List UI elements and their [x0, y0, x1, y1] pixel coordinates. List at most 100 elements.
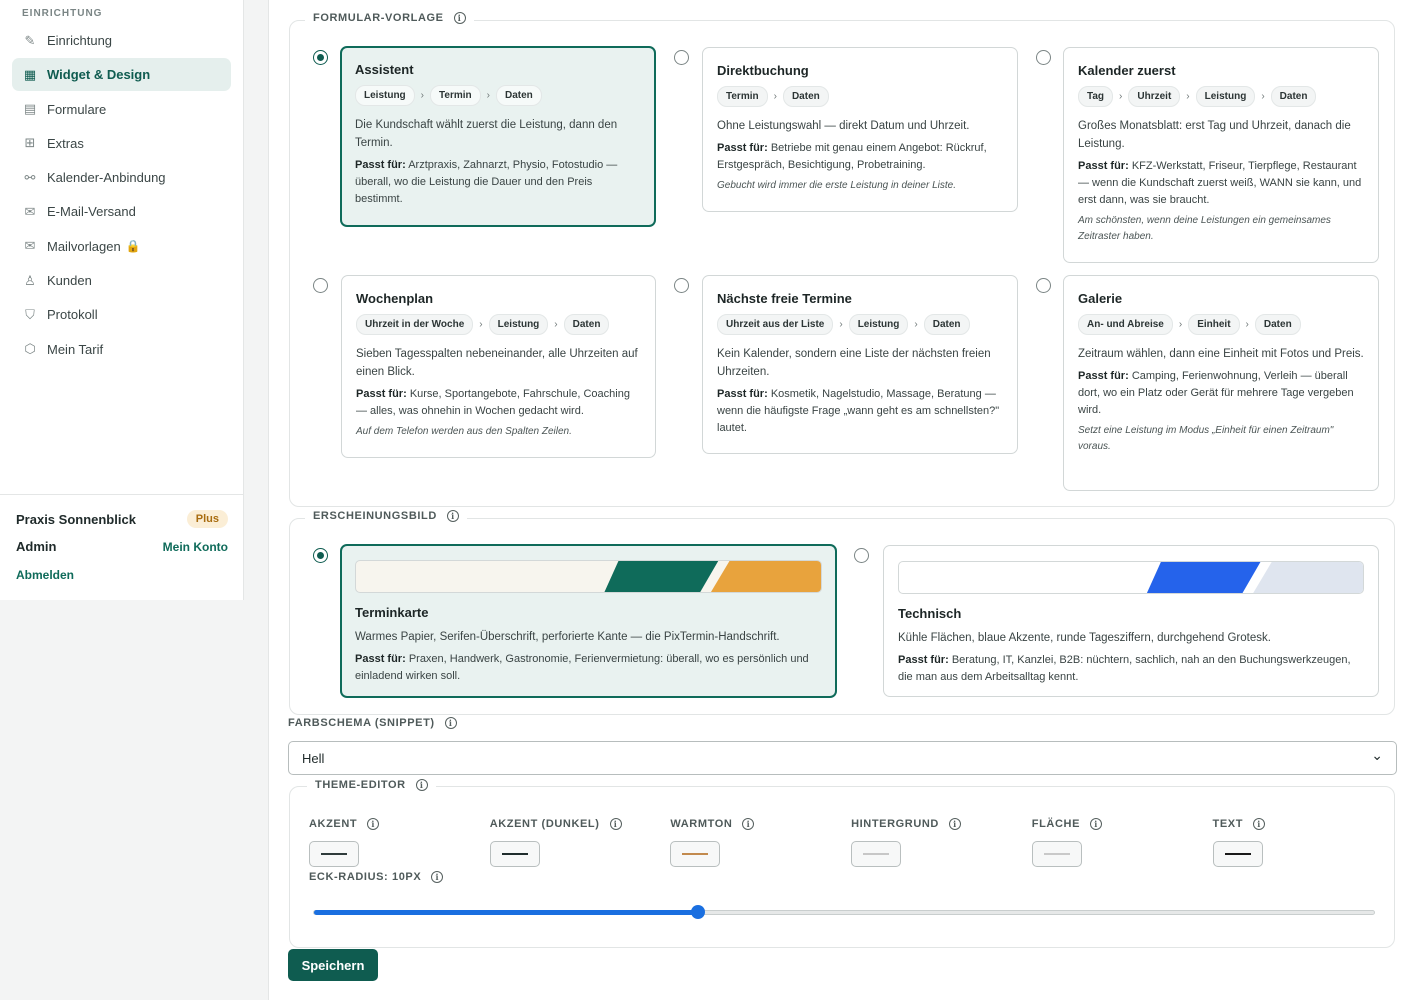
user-icon: ♙	[24, 272, 36, 288]
plan-badge: Plus	[186, 510, 228, 528]
card-fit-label: Passt für:	[355, 653, 406, 665]
info-icon[interactable]: i	[1090, 818, 1103, 830]
color-scheme-label: FARBSCHEMA (SNIPPET) i	[288, 717, 457, 729]
step-pill: Leistung	[848, 314, 909, 335]
step-pill: Leistung	[1195, 86, 1256, 107]
corner-radius-slider[interactable]	[313, 905, 1375, 919]
card-title: Nächste freie Termine	[717, 291, 852, 306]
box-icon: ⬡	[24, 341, 36, 357]
color-swatch[interactable]	[309, 841, 359, 867]
swatch-color	[682, 853, 709, 855]
theme-editor-fieldset	[289, 786, 1395, 948]
card-title: Wochenplan	[356, 291, 434, 306]
info-icon[interactable]: i	[1253, 818, 1266, 830]
color-swatch[interactable]	[1031, 841, 1082, 867]
color-swatch[interactable]	[851, 841, 902, 867]
template-radio[interactable]	[313, 278, 328, 293]
sidebar-item-kalender-anbindung[interactable]: ⚯ Kalender-Anbindung	[12, 161, 231, 194]
card-fit-label: Passt für:	[1078, 370, 1129, 382]
shield-icon: ⛉	[25, 306, 35, 322]
template-card[interactable]: Assistent Leistung › Termin › Daten Die Kundsc…	[340, 46, 656, 227]
color-swatch[interactable]	[670, 841, 721, 867]
card-fit-text: Praxen, Handwerk, Gastronomie, Ferienver…	[355, 653, 809, 682]
step-pill: Daten	[782, 86, 829, 107]
sidebar-item-e-mail-versand[interactable]: ✉ E-Mail-Versand	[12, 195, 231, 228]
sidebar: EINRICHTUNG ✎ Einrichtung ▦ Widget & Design…	[0, 0, 244, 600]
step-pill: Daten	[1270, 86, 1317, 107]
card-fit-label: Passt für:	[898, 654, 949, 666]
sidebar-item-extras[interactable]: ⊞ Extras	[12, 127, 231, 160]
chevron-right-icon: ›	[914, 319, 918, 330]
card-title: Technisch	[898, 606, 962, 621]
sidebar-item-mailvorlagen[interactable]: ✉ Mailvorlagen 🔒	[12, 230, 231, 263]
chevron-right-icon: ›	[420, 90, 425, 101]
template-radio[interactable]	[1036, 50, 1051, 65]
template-radio[interactable]	[313, 50, 328, 65]
my-account-link[interactable]: Mein Konto	[163, 540, 228, 554]
appearance-radio[interactable]	[854, 548, 869, 563]
chevron-right-icon: ›	[486, 90, 490, 101]
color-scheme-label-text: FARBSCHEMA (SNIPPET)	[288, 717, 435, 729]
step-pill: Uhrzeit aus der Liste	[717, 314, 834, 335]
main-content: FORMULAR-VORLAGE i Assistent Leistung › Ter…	[268, 0, 1425, 1000]
color-swatch[interactable]	[1212, 841, 1263, 867]
chevron-right-icon: ›	[1261, 91, 1265, 102]
slider-thumb[interactable]	[690, 905, 705, 919]
info-icon[interactable]: i	[367, 818, 380, 830]
logout-link[interactable]: Abmelden	[16, 568, 74, 582]
template-card[interactable]: Wochenplan Uhrzeit in der Woche › Leistung ›…	[341, 275, 656, 458]
sidebar-item-widget-design[interactable]: ▦ Widget & Design	[12, 58, 231, 92]
appearance-card[interactable]: Technisch Kühle Flächen, blaue Akzente, r…	[883, 545, 1379, 697]
card-description: Kühle Flächen, blaue Akzente, runde Tage…	[898, 632, 1271, 644]
card-fit-text: Beratung, IT, Kanzlei, B2B: nüchtern, sa…	[898, 654, 1351, 683]
info-icon[interactable]: i	[431, 871, 444, 883]
template-card[interactable]: Direktbuchung Termin › Daten Ohne Leistungsw…	[702, 47, 1018, 212]
color-swatch[interactable]	[489, 841, 540, 867]
info-icon[interactable]: i	[415, 779, 428, 791]
template-card[interactable]: Kalender zuerst Tag › Uhrzeit › Leistung › Date…	[1063, 47, 1379, 263]
step-pill: Leistung	[488, 314, 549, 335]
template-card[interactable]: Galerie An- und Abreise › Einheit › Daten Zeit…	[1063, 275, 1379, 491]
card-note: Auf dem Telefon werden aus den Spalten Z…	[356, 426, 572, 437]
card-title: Assistent	[355, 62, 414, 77]
step-pill: Leistung	[355, 85, 415, 106]
card-description: Sieben Tagesspalten nebeneinander, alle …	[356, 348, 638, 378]
sidebar-item-label: Formulare	[47, 101, 107, 117]
mail-template-icon: ✉	[24, 238, 36, 254]
info-icon[interactable]: i	[948, 818, 961, 830]
sidebar-item-protokoll[interactable]: ⛉ Protokoll	[12, 298, 231, 331]
appearance-legend-text: ERSCHEINUNGSBILD	[313, 510, 437, 522]
template-legend-text: FORMULAR-VORLAGE	[313, 12, 444, 24]
card-title: Terminkarte	[355, 605, 429, 620]
step-pill: An- und Abreise	[1078, 314, 1173, 335]
corner-radius-label: ECK-RADIUS: 10PX i	[309, 871, 444, 883]
chevron-right-icon: ›	[1186, 91, 1190, 102]
sidebar-item-formulare[interactable]: ▤ Formulare	[12, 93, 231, 126]
info-icon[interactable]: i	[453, 12, 466, 24]
save-button[interactable]: Speichern	[288, 949, 378, 981]
template-radio[interactable]	[1036, 278, 1051, 293]
theme-field-label: AKZENT i	[309, 818, 380, 830]
step-pill: Einheit	[1188, 314, 1240, 335]
appearance-radio[interactable]	[313, 548, 328, 563]
chevron-right-icon: ›	[1119, 91, 1123, 102]
info-icon[interactable]: i	[444, 717, 457, 729]
info-icon[interactable]: i	[742, 818, 755, 830]
template-radio[interactable]	[674, 50, 689, 65]
color-scheme-select[interactable]: Hell ⌄	[288, 741, 1397, 775]
theme-field-label-text: HINTERGRUND	[851, 818, 939, 830]
card-note: Gebucht wird immer die erste Leistung in…	[717, 180, 957, 191]
sidebar-item-mein-tarif[interactable]: ⬡ Mein Tarif	[12, 333, 231, 366]
appearance-card[interactable]: Terminkarte Warmes Papier, Serifen-Übersc…	[340, 544, 837, 698]
card-description: Kein Kalender, sondern eine Liste der nä…	[717, 348, 991, 378]
info-icon[interactable]: i	[446, 510, 459, 522]
step-pill: Termin	[430, 85, 481, 106]
appearance-legend: ERSCHEINUNGSBILD i	[305, 510, 467, 522]
sidebar-item-einrichtung[interactable]: ✎ Einrichtung	[12, 24, 231, 57]
plus-square-icon: ⊞	[24, 135, 36, 151]
step-pill: Daten	[495, 85, 542, 106]
sidebar-item-kunden[interactable]: ♙ Kunden	[12, 264, 231, 297]
template-radio[interactable]	[674, 278, 689, 293]
template-card[interactable]: Nächste freie Termine Uhrzeit aus der Lis…	[702, 275, 1018, 454]
info-icon[interactable]: i	[609, 818, 622, 830]
